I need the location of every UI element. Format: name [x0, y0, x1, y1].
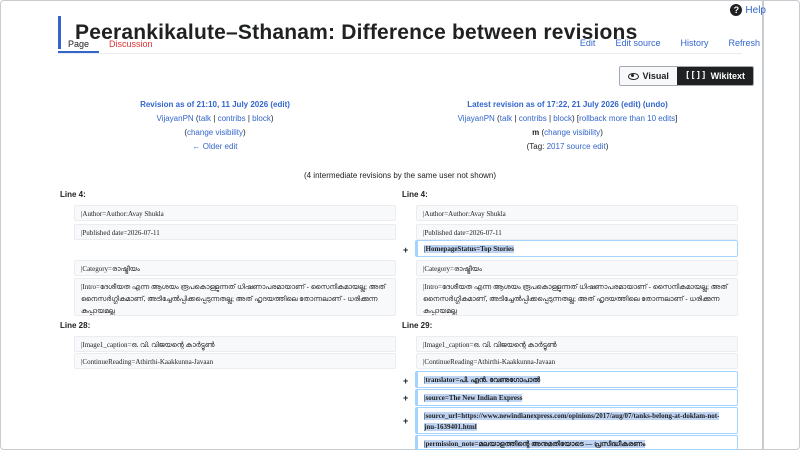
left-revision-edit[interactable]: (edit)	[270, 100, 290, 109]
help-link[interactable]: ? Help	[730, 4, 766, 16]
right-user-link[interactable]: VijayanPN	[458, 114, 495, 123]
tab-edit-source[interactable]: Edit source	[615, 38, 660, 48]
line-number-left-2: Line 28:	[60, 321, 91, 330]
view-tabs: Edit Edit source History Refresh	[580, 38, 760, 48]
wikitext-button[interactable]: [[]] Wikitext	[676, 67, 753, 85]
context-line-caption-left: |Image1_caption=ഒ. വി. വിജയന്റെ കാർട്ടൂൺ	[74, 336, 396, 352]
tab-history[interactable]: History	[680, 38, 708, 48]
context-line-intro-left: |Intro=ദേശീയത എന്ന ആശയം രൂപകൊള്ളുന്നത് ധ…	[74, 278, 396, 316]
tab-refresh[interactable]: Refresh	[728, 38, 760, 48]
line-number-left: Line 4:	[60, 190, 86, 199]
added-line-permission: |permission_note=മലയാളത്തിന്റെ അനുമതിയോട…	[415, 435, 738, 450]
context-line-author-right: |Author=Author:Avay Shukla	[416, 205, 738, 221]
added-line-source: |source=The New Indian Express	[415, 389, 738, 406]
tag-link[interactable]: 2017 source edit	[547, 142, 606, 151]
wikitext-brackets-icon: [[]]	[684, 71, 707, 81]
context-line-category-left: |Category=രാഷ്ട്രീയം	[74, 260, 396, 276]
left-user-link[interactable]: VijayanPN	[156, 114, 193, 123]
rollback-link[interactable]: rollback more than 10 edits	[579, 114, 675, 123]
right-revision-undo[interactable]: (undo)	[643, 100, 668, 109]
right-revision-header: Latest revision as of 17:22, 21 July 202…	[457, 100, 678, 151]
left-revision-header: Revision as of 21:10, 11 July 2026 (edit…	[140, 100, 290, 151]
context-line-continue-right: |ContinueReading=Athirthi-Kaakkunna-Java…	[416, 353, 738, 369]
added-line-source-url: |source_url=https://www.newindianexpress…	[415, 407, 738, 434]
added-line-homepage: |HomepageStatus=Top Stories	[415, 240, 738, 257]
right-revision-title[interactable]: Latest revision as of 17:22, 21 July 202…	[467, 100, 619, 109]
tab-edit[interactable]: Edit	[580, 38, 596, 48]
added-line-marker: +	[403, 393, 409, 403]
right-change-visibility[interactable]: change visibility	[544, 128, 600, 137]
context-line-intro-right: |Intro=ദേശീയത എന്ന ആശയം രൂപകൊള്ളുന്നത് ധ…	[416, 278, 738, 316]
left-revision-title[interactable]: Revision as of 21:10, 11 July 2026	[140, 100, 268, 109]
context-line-author-left: |Author=Author:Avay Shukla	[74, 205, 396, 221]
older-edit-link[interactable]: ← Older edit	[193, 142, 238, 151]
context-line-continue-left: |ContinueReading=Athirthi-Kaakkunna-Java…	[74, 353, 396, 369]
left-contribs-link[interactable]: contribs	[218, 114, 246, 123]
left-change-visibility[interactable]: change visibility	[187, 128, 243, 137]
line-number-right: Line 4:	[402, 190, 428, 199]
left-talk-link[interactable]: talk	[199, 114, 211, 123]
left-block-link[interactable]: block	[252, 114, 271, 123]
right-revision-edit[interactable]: (edit)	[621, 100, 641, 109]
added-line-marker: +	[403, 376, 409, 386]
scrollbar[interactable]	[762, 0, 764, 450]
context-line-category-right: |Category=രാഷ്ട്രീയം	[416, 260, 738, 276]
eye-icon	[627, 72, 639, 80]
right-block-link[interactable]: block	[553, 114, 572, 123]
diff-view-toggle: Visual [[]] Wikitext	[618, 66, 754, 86]
tab-page[interactable]: Page	[58, 36, 100, 53]
added-line-marker: +	[403, 245, 409, 255]
context-line-published-right: |Published date=2026-07-11	[416, 224, 738, 240]
intermediate-revisions-note: (4 intermediate revisions by the same us…	[303, 171, 497, 180]
tabs-divider	[58, 53, 742, 54]
help-icon: ?	[730, 4, 743, 16]
context-line-published-left: |Published date=2026-07-11	[74, 224, 396, 240]
added-line-marker: +	[403, 416, 409, 426]
help-label: Help	[745, 4, 766, 16]
right-talk-link[interactable]: talk	[500, 114, 512, 123]
context-line-caption-right: |Image1_caption=ഒ. വി. വിജയന്റെ കാർട്ടൂൺ	[416, 336, 738, 352]
minor-edit-marker: m	[532, 128, 540, 137]
added-line-translator: |translator=പി. എൻ. വേണുഗോപാൽ	[415, 371, 738, 388]
visual-button[interactable]: Visual	[619, 67, 677, 85]
tab-discussion[interactable]: Discussion	[99, 36, 163, 53]
line-number-right-2: Line 29:	[402, 321, 433, 330]
right-contribs-link[interactable]: contribs	[519, 114, 547, 123]
namespace-tabs: Page Discussion	[58, 36, 163, 53]
